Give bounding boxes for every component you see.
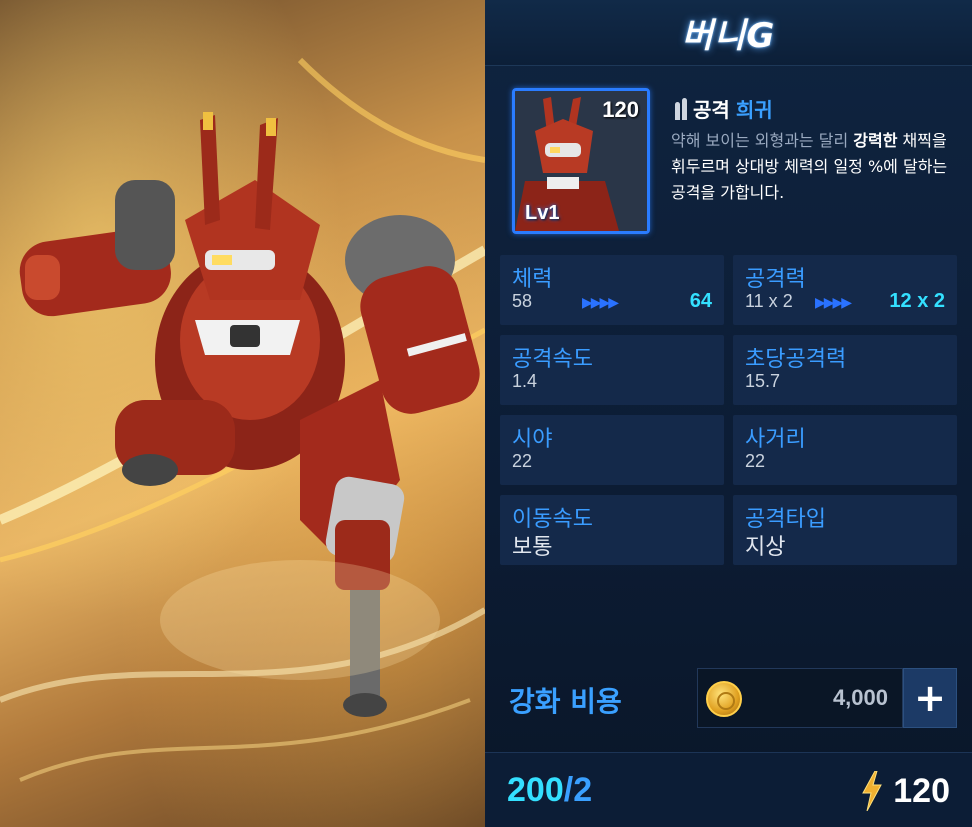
- unit-cost: 120: [602, 97, 639, 122]
- gold-coin-icon: [706, 681, 742, 717]
- rarity-label: 희귀: [735, 98, 773, 122]
- stat-value: 1.4: [512, 371, 538, 391]
- stat-value: 11 x 2: [745, 291, 793, 311]
- stat-move-speed: 이동속도 보통: [500, 495, 724, 565]
- description-dim-text: 약해 보이는 외형과는 달리: [671, 131, 854, 150]
- upgrade-button[interactable]: +: [903, 668, 957, 728]
- hero-artwork: [0, 0, 485, 827]
- stat-dps: 초당공격력 15.7: [733, 335, 957, 405]
- unit-portrait-card[interactable]: 120 Lv1: [512, 88, 650, 234]
- attack-type-label: 공격: [693, 98, 730, 122]
- skill-header: 공격 희귀: [675, 94, 773, 123]
- stat-value: 지상: [745, 535, 786, 560]
- stat-value: 22: [745, 451, 766, 471]
- stat-attack: 공격력 11 x 2 ▶▶▶▶ 12 x 2: [733, 255, 957, 325]
- description-strong-text: 강력한: [853, 131, 898, 150]
- upgrade-cost-box: 4,000: [697, 668, 903, 728]
- upgrade-cost-value: 4,000: [832, 685, 888, 710]
- stat-label: 시야: [512, 427, 553, 452]
- robot-illustration: [0, 57, 485, 782]
- stat-sight: 시야 22: [500, 415, 724, 485]
- card-count-max: 2: [573, 771, 593, 809]
- energy-value: 120: [893, 771, 950, 810]
- stat-hp: 체력 58 ▶▶▶▶ 64: [500, 255, 724, 325]
- card-count-current: 200: [507, 771, 564, 809]
- stat-value: 보통: [512, 535, 553, 560]
- unit-name: 버니G: [681, 16, 776, 56]
- stat-label: 사거리: [745, 427, 806, 452]
- stat-value: 22: [512, 451, 533, 471]
- stat-value: 15.7: [745, 371, 781, 391]
- stat-range: 사거리 22: [733, 415, 957, 485]
- unit-description: 약해 보이는 외형과는 달리 강력한 채찍을 휘두르며 상대방 체력의 일정 %…: [671, 128, 961, 206]
- upgrade-cost-label: 강화 비용: [509, 685, 622, 718]
- unit-level: Lv1: [525, 202, 560, 224]
- stat-attack-type: 공격타입 지상: [733, 495, 957, 565]
- card-count-separator: /: [563, 771, 574, 809]
- plus-icon: +: [914, 676, 946, 720]
- upgrade-arrows-icon: ▶▶▶▶: [582, 295, 619, 311]
- upgrade-arrows-icon: ▶▶▶▶: [815, 295, 852, 311]
- card-count: 200/2: [507, 771, 592, 810]
- stat-next-value: 12 x 2: [889, 290, 945, 312]
- stat-next-value: 64: [689, 290, 712, 312]
- stat-label: 체력: [512, 267, 553, 292]
- stat-label: 공격속도: [512, 347, 593, 372]
- stat-label: 공격력: [745, 267, 806, 292]
- lightning-bolt-icon: [862, 771, 883, 811]
- footer-bar: 200/2 120: [485, 752, 972, 827]
- stat-value: 58: [512, 291, 533, 311]
- stat-attack-speed: 공격속도 1.4: [500, 335, 724, 405]
- stat-label: 초당공격력: [745, 347, 847, 372]
- title-bar: 버니G: [485, 0, 972, 66]
- energy-cost: 120: [861, 771, 950, 811]
- unit-info-panel: 버니G 120 Lv1 공격 희귀 약해 보이는 외형과는 달리 강력한 채찍을…: [485, 0, 972, 827]
- bullet-icon: [675, 97, 687, 120]
